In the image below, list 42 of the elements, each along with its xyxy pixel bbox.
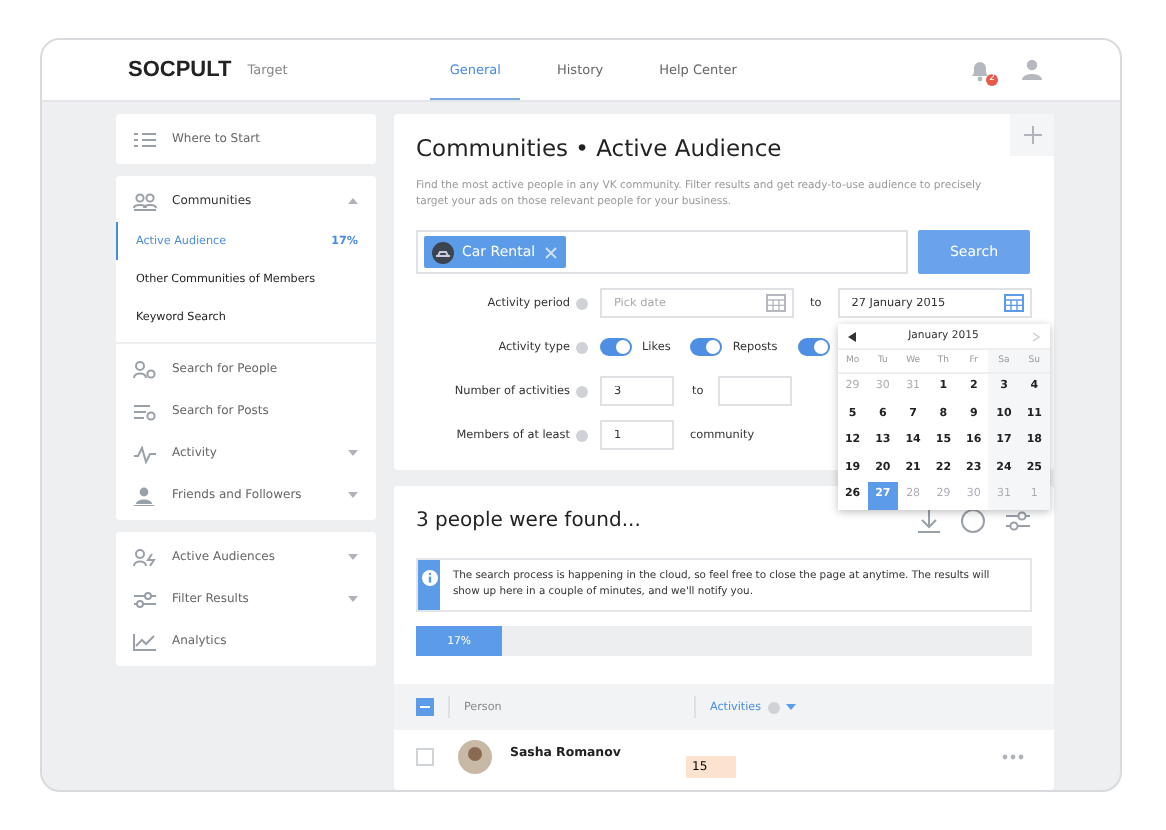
chart-icon — [132, 631, 158, 651]
toggle-switch[interactable] — [600, 338, 632, 357]
car-icon — [432, 241, 454, 264]
number-field[interactable] — [717, 376, 792, 407]
download-icon — [916, 508, 942, 535]
page-title: Communities • Active Audience — [416, 134, 784, 162]
info-icon — [576, 429, 588, 442]
row-checkbox[interactable] — [416, 747, 434, 766]
logo: SOCPULT — [128, 58, 232, 82]
sliders-icon — [1004, 508, 1032, 535]
plus-icon — [1023, 126, 1041, 144]
people-icon — [132, 191, 158, 211]
more-icon — [1002, 753, 1024, 760]
info-icon — [576, 297, 588, 310]
toggle-switch[interactable] — [797, 338, 830, 357]
info-icon — [576, 341, 588, 354]
post-search-icon — [132, 401, 158, 421]
user-icon — [1020, 58, 1044, 82]
next-month-button[interactable] — [1031, 331, 1040, 342]
calendar-icon — [766, 294, 786, 313]
caret-icon — [785, 704, 796, 711]
results-title: 3 people were found... — [416, 510, 641, 533]
list-icon — [132, 129, 158, 149]
right-chevron-icon — [1031, 331, 1040, 342]
person-icon — [132, 485, 158, 505]
person-bolt-icon — [132, 547, 158, 567]
sliders-icon — [132, 589, 158, 609]
calendar-icon — [1003, 294, 1024, 313]
add-button[interactable] — [1010, 114, 1054, 156]
info-icon — [576, 385, 588, 398]
close-icon — [543, 245, 558, 260]
select-all-checkbox[interactable] — [416, 698, 434, 717]
circle-icon — [960, 508, 986, 535]
info-icon — [767, 701, 780, 714]
bell-icon — [968, 58, 992, 82]
left-triangle-icon — [847, 331, 856, 342]
person-search-icon — [132, 359, 158, 379]
minus-icon — [420, 706, 430, 709]
prev-month-button[interactable] — [847, 331, 856, 342]
toggle-switch[interactable] — [690, 338, 723, 357]
pulse-icon — [132, 443, 158, 463]
avatar-icon — [458, 739, 492, 774]
